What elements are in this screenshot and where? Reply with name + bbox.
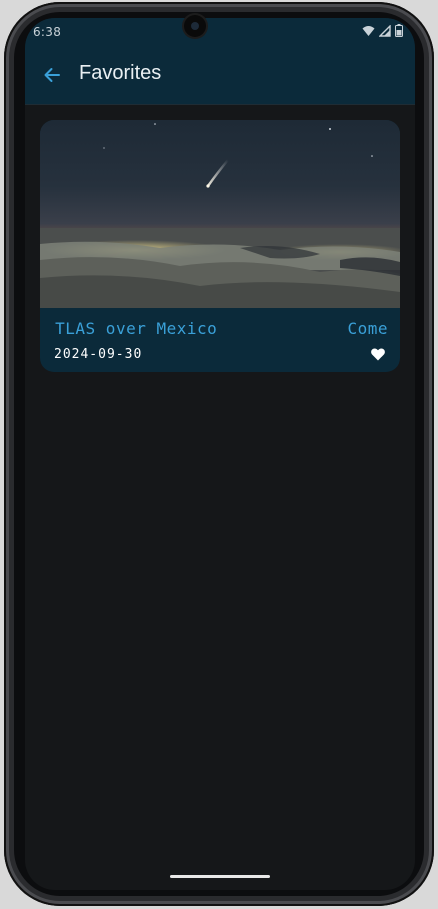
wifi-icon xyxy=(362,25,375,36)
status-icons xyxy=(362,24,403,37)
heart-icon xyxy=(371,348,385,361)
favorite-toggle-button[interactable] xyxy=(370,346,386,362)
battery-icon xyxy=(395,24,403,37)
favorite-card[interactable]: .TLAS over Mexico Come 2024-09-30 xyxy=(40,120,400,372)
home-indicator[interactable] xyxy=(170,875,270,878)
card-date: 2024-09-30 xyxy=(54,347,143,362)
page-title: Favorites xyxy=(79,62,162,84)
card-type-label: Come xyxy=(347,319,388,338)
app-screen: 6:38 Favorites TLAS over Mexico Come 202… xyxy=(25,18,415,890)
status-time: 6:38 xyxy=(33,25,62,39)
top-app-bar: Favorites xyxy=(25,46,415,105)
card-image xyxy=(40,120,400,308)
status-bar: 6:38 xyxy=(25,18,415,46)
front-camera xyxy=(184,15,206,37)
signal-icon xyxy=(379,24,391,37)
back-button[interactable] xyxy=(37,60,67,90)
card-title-text: TLAS over Mexico xyxy=(55,319,218,338)
card-title: .TLAS over Mexico xyxy=(52,319,348,338)
arrow-back-icon xyxy=(44,68,60,82)
